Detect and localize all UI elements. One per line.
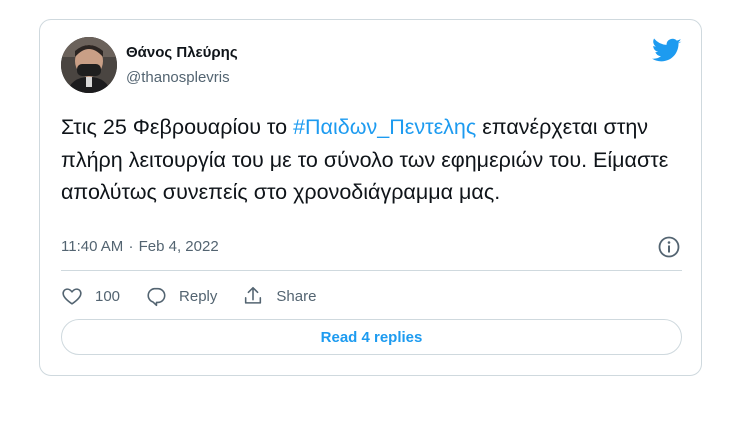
hashtag-link[interactable]: #Παιδων_Πεντελης [293,115,476,139]
tweet-time: 11:40 AM [61,238,124,255]
like-button[interactable]: 100 [61,285,120,307]
timestamp-separator: · [128,238,134,255]
avatar-photo [61,37,117,93]
speech-bubble-icon [147,287,166,307]
read-replies-button[interactable]: Read 4 replies [61,319,682,355]
tweet-actions: 100 Reply Share [61,283,341,309]
share-button[interactable]: Share [242,285,316,307]
tweet-timestamp[interactable]: 11:40 AM · Feb 4, 2022 [61,238,219,255]
share-label: Share [276,287,317,305]
divider [61,270,682,271]
reply-button[interactable]: Reply [145,285,217,307]
twitter-bird-icon[interactable] [652,38,682,64]
tweet-text: Στις 25 Φεβρουαρίου το #Παιδων_Πεντελης … [61,111,691,209]
tweet-card[interactable]: Θάνος Πλεύρης @thanosplevris Στις 25 Φεβ… [39,19,702,376]
like-count: 100 [95,287,121,305]
share-icon [245,286,262,304]
author-name[interactable]: Θάνος Πλεύρης [126,44,238,61]
tweet-date: Feb 4, 2022 [138,238,219,255]
info-icon[interactable] [657,235,681,259]
heart-icon [62,288,82,305]
author-handle[interactable]: @thanosplevris [126,69,230,86]
avatar[interactable] [61,37,117,93]
tweet-text-before: Στις 25 Φεβρουαρίου το [61,115,294,139]
reply-label: Reply [179,287,218,305]
